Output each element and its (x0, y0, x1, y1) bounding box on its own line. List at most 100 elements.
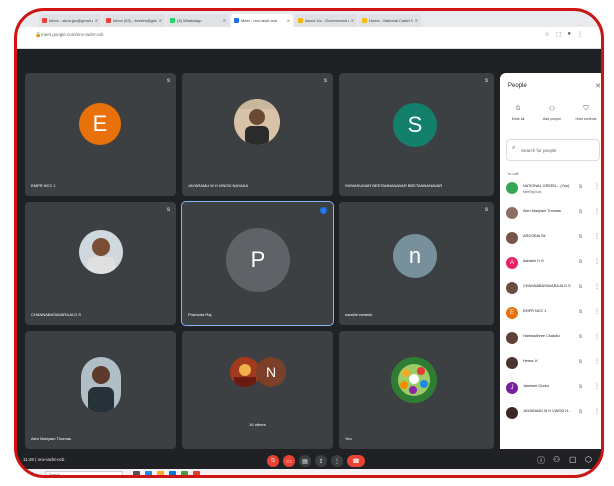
app-icon[interactable] (193, 471, 200, 475)
participant-name: JAYARAMU M H VINOD N... (523, 409, 572, 413)
participant-row[interactable]: NATIONAL GREEN... (You) Meeting host ⍉ ⋮ (506, 179, 601, 199)
close-tab-icon[interactable]: ✕ (223, 18, 226, 23)
participant-tile-group[interactable]: N 16 others (182, 331, 333, 449)
close-tab-icon[interactable]: ✕ (159, 18, 162, 23)
participant-row[interactable]: JAYARAMU M H VINOD N... ⍉ ⋮ (506, 404, 601, 424)
close-tab-icon[interactable]: ✕ (351, 18, 354, 23)
participant-tile[interactable]: ⍉ JAYARAMU M H VINOD NAYAKA (182, 73, 333, 196)
browser-tab[interactable]: (3) WhatsApp ✕ (167, 14, 229, 27)
participant-name: SHIVAKUMAR BEETANNANAVAR BEETANNANAVAR (345, 183, 443, 188)
more-options-icon[interactable]: ⋮ (594, 183, 600, 190)
add-people-button[interactable]: ⚇ Add people (536, 105, 568, 121)
participant-tile-active[interactable]: ⋮ P Pramoda Raj (181, 201, 334, 326)
captions-button[interactable]: ▤ (299, 455, 311, 467)
participant-tile-self[interactable]: You (339, 331, 494, 449)
more-options-icon[interactable]: ⋮ (594, 258, 600, 265)
avatar: P (226, 228, 290, 292)
people-icon[interactable]: ⚇ (553, 455, 560, 464)
close-tab-icon[interactable]: ✕ (287, 18, 290, 23)
browser-tab[interactable]: About Us - Government Arts College✕ (295, 14, 357, 27)
participant-row[interactable]: J Jaishree Gudur ⍉ ⋮ (506, 379, 601, 399)
mic-off-icon[interactable]: ⍉ (579, 409, 582, 415)
avatar-initial: A (509, 260, 514, 266)
more-options-icon[interactable]: ⋮ (594, 358, 600, 365)
taskbar-search-text: Search (49, 473, 61, 477)
activities-icon[interactable]: ⬡ (585, 455, 592, 464)
chat-icon[interactable]: ▢ (569, 455, 577, 464)
browser-window: Inbox - skmr.jpc@gmail.com✕Inbox (63) - … (14, 8, 604, 478)
participant-row[interactable]: AROOBIA Sir ⍉ ⋮ (506, 229, 601, 249)
participant-row[interactable]: Alen Mariyam Thomas ⍉ ⋮ (506, 204, 601, 224)
participant-tile[interactable]: ⍉ S SHIVAKUMAR BEETANNANAVAR BEETANNANAV… (339, 73, 494, 196)
mic-off-icon[interactable]: ⍉ (579, 234, 582, 240)
task-view-icon[interactable] (133, 471, 140, 475)
mic-toggle-button[interactable]: ⍉ (267, 455, 279, 467)
taskbar-search[interactable]: Search (45, 471, 123, 477)
extensions-icon[interactable]: ⬚ (556, 31, 562, 38)
participant-row[interactable]: A Ashwini H G ⍉ ⋮ (506, 254, 601, 274)
browser-tab[interactable]: Inbox (63) - keerthi@gmail.com✕ (103, 14, 165, 27)
more-options-icon[interactable]: ⋮ (594, 408, 600, 415)
file-explorer-icon[interactable] (157, 471, 164, 475)
participant-name: AROOBIA Sir (523, 234, 546, 238)
panel-title: People (508, 83, 527, 89)
participant-tile[interactable]: ⍉ CHANNABASAVARAJA D S (25, 202, 176, 325)
mic-off-icon: ⍉ (323, 78, 327, 84)
profile-icon[interactable]: ● (567, 31, 571, 38)
more-options-icon[interactable]: ⋮ (594, 383, 600, 390)
host-controls-button[interactable]: ⛉ Host controls (570, 105, 601, 121)
chrome-icon[interactable] (181, 471, 188, 475)
browser-tab[interactable]: Meet - nnv-iackt-ocb ✕ (231, 14, 293, 27)
url-text[interactable]: meet.google.com/nnv-iackt-ocb (41, 32, 104, 37)
menu-icon[interactable]: ⋮ (577, 31, 583, 38)
more-icon: ⋮ (334, 458, 340, 465)
more-options-icon[interactable]: ⋮ (594, 283, 600, 290)
browser-tab[interactable]: Inbox - skmr.jpc@gmail.com✕ (39, 14, 101, 27)
info-icon[interactable]: ⓘ (537, 455, 545, 466)
more-options-button[interactable]: ⋮ (331, 455, 343, 467)
participant-row[interactable]: E EMPR NCC 1 ⍉ ⋮ (506, 304, 601, 324)
participant-name: NATIONAL GREEN... (You) (523, 184, 570, 188)
mic-off-icon[interactable]: ⍉ (579, 309, 582, 315)
more-options-icon[interactable]: ⋮ (594, 208, 600, 215)
mic-off-icon[interactable]: ⍉ (579, 359, 582, 365)
participant-tile[interactable]: Alen Mariyam Thomas (25, 331, 176, 449)
camera-toggle-button[interactable]: ▭ (283, 455, 295, 467)
more-options-icon[interactable]: ⋮ (594, 333, 600, 340)
action-label: Host controls (575, 117, 597, 121)
participant-name: CHANNABASAVARAJA D S (523, 284, 571, 288)
avatar: S (393, 103, 437, 147)
mic-off-icon[interactable]: ⍉ (579, 209, 582, 215)
people-search-input[interactable]: ⌕ Search for people (506, 139, 600, 161)
mic-off-icon[interactable]: ⍉ (579, 334, 582, 340)
participant-row[interactable]: CHANNABASAVARAJA D S ⍉ ⋮ (506, 279, 601, 299)
more-options-icon[interactable]: ⋮ (594, 233, 600, 240)
participant-name: CHANNABASAVARAJA D S (31, 312, 82, 317)
others-count: 16 others (249, 422, 266, 427)
participant-avatar (506, 407, 518, 419)
present-button[interactable]: ⇪ (315, 455, 327, 467)
screenshot-frame: Inbox - skmr.jpc@gmail.com✕Inbox (63) - … (0, 0, 614, 486)
store-icon[interactable] (169, 471, 176, 475)
close-tab-icon[interactable]: ✕ (415, 18, 418, 23)
mic-off-icon: ⍉ (484, 78, 488, 84)
participant-row[interactable]: Hema. K ⍉ ⋮ (506, 354, 601, 374)
participant-tile[interactable]: ⍉ n nandini ramesh (339, 202, 494, 325)
favicon-icon (234, 18, 239, 23)
participant-row[interactable]: Harshadhree Chakiku ⍉ ⋮ (506, 329, 601, 349)
star-icon[interactable]: ☆ (544, 31, 549, 38)
edge-icon[interactable] (145, 471, 152, 475)
close-tab-icon[interactable]: ✕ (95, 18, 98, 23)
windows-start-icon[interactable]: ⊞ (27, 470, 34, 475)
mute-all-button[interactable]: ⍉ Mute all (502, 105, 534, 121)
mic-off-icon[interactable]: ⍉ (579, 184, 582, 190)
browser-tab[interactable]: Home - National Cadet Corps✕ (359, 14, 421, 27)
address-bar[interactable]: 🔒 meet.google.com/nnv-iackt-ocb ☆ ⬚ ● ⋮ (17, 27, 601, 49)
mic-off-icon[interactable]: ⍉ (579, 284, 582, 290)
mic-off-icon[interactable]: ⍉ (579, 259, 582, 265)
close-icon[interactable]: ✕ (595, 82, 601, 90)
leave-call-button[interactable]: ☎ (347, 455, 365, 467)
more-options-icon[interactable]: ⋮ (594, 308, 600, 315)
participant-tile[interactable]: ⍉ E EMPR NCC 1 (25, 73, 176, 196)
mic-off-icon[interactable]: ⍉ (579, 384, 582, 390)
